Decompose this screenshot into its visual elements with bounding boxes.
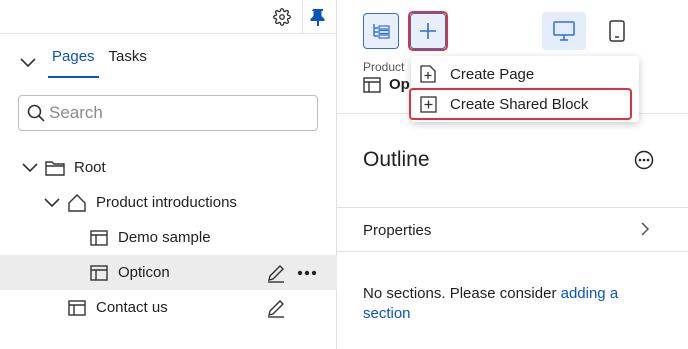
chevron-down-icon[interactable] xyxy=(42,193,62,213)
properties-label: Properties xyxy=(363,221,432,239)
tree-item-label: Opticon xyxy=(118,264,170,281)
edit-icon[interactable] xyxy=(265,262,287,284)
page-tree-panel: Pages Tasks Root Product introductions D… xyxy=(0,0,337,349)
outline-title: Outline xyxy=(363,148,430,171)
tree-item-opticon[interactable]: Opticon xyxy=(0,255,337,290)
desktop-icon xyxy=(553,21,575,41)
plus-icon xyxy=(419,22,437,40)
plus-block-icon xyxy=(419,95,437,113)
tab-tasks[interactable]: Tasks xyxy=(105,42,151,78)
editor-panel: Product Op Outline Properties No section… xyxy=(337,0,688,349)
tree-item-product-introductions[interactable]: Product introductions xyxy=(0,185,337,220)
left-toolbar xyxy=(0,0,337,34)
page-icon xyxy=(89,263,109,283)
tablet-icon xyxy=(609,20,625,42)
divider xyxy=(337,251,688,252)
page-icon xyxy=(363,76,381,93)
tree-item-contact-us[interactable]: Contact us xyxy=(0,290,337,325)
add-button[interactable] xyxy=(410,13,446,49)
tree-item-label: Product introductions xyxy=(96,194,237,211)
search-input[interactable] xyxy=(49,103,299,123)
tree-item-label: Root xyxy=(74,159,106,176)
tree-item-demo-sample[interactable]: Demo sample xyxy=(0,220,337,255)
menu-item-create-shared-block[interactable]: Create Shared Block xyxy=(411,90,639,118)
add-dropdown-menu: Create Page Create Shared Block xyxy=(411,56,639,122)
search-box xyxy=(18,95,318,131)
tree-structure-icon xyxy=(371,22,391,40)
outline-more-icon[interactable] xyxy=(633,149,655,171)
tree-view-button[interactable] xyxy=(363,13,399,49)
tree-item-label: Contact us xyxy=(96,299,168,316)
breadcrumb-current: Op xyxy=(363,76,410,93)
menu-item-create-page[interactable]: Create Page xyxy=(411,60,639,88)
properties-row[interactable]: Properties xyxy=(337,209,688,251)
collapse-chevron-icon[interactable] xyxy=(20,55,36,71)
tree-item-label: Demo sample xyxy=(118,229,211,246)
breadcrumb-current-label: Op xyxy=(389,76,410,93)
chevron-down-icon[interactable] xyxy=(20,158,40,178)
edit-icon[interactable] xyxy=(265,297,287,319)
page-icon xyxy=(89,228,109,248)
breadcrumb-parent[interactable]: Product xyxy=(363,60,404,74)
panel-tabs: Pages Tasks xyxy=(20,42,151,78)
home-icon xyxy=(67,193,87,213)
plus-page-icon xyxy=(419,65,437,83)
page-icon xyxy=(67,298,87,318)
no-sections-text: No sections. Please consider xyxy=(363,285,561,302)
pin-icon[interactable] xyxy=(308,7,328,27)
toolbar-divider xyxy=(302,0,303,34)
search-icon xyxy=(27,104,45,122)
tablet-view-button[interactable] xyxy=(599,13,635,49)
chevron-right-icon xyxy=(637,221,653,237)
folder-icon xyxy=(45,158,65,178)
more-options-icon[interactable] xyxy=(296,262,318,284)
desktop-view-button[interactable] xyxy=(542,12,586,50)
tree-item-root[interactable]: Root xyxy=(0,150,337,185)
menu-item-label: Create Shared Block xyxy=(450,95,589,113)
no-sections-message: No sections. Please consider adding a se… xyxy=(363,284,663,324)
gear-icon[interactable] xyxy=(272,7,292,27)
divider xyxy=(337,207,688,208)
menu-item-label: Create Page xyxy=(450,65,535,83)
tab-pages[interactable]: Pages xyxy=(48,42,99,78)
